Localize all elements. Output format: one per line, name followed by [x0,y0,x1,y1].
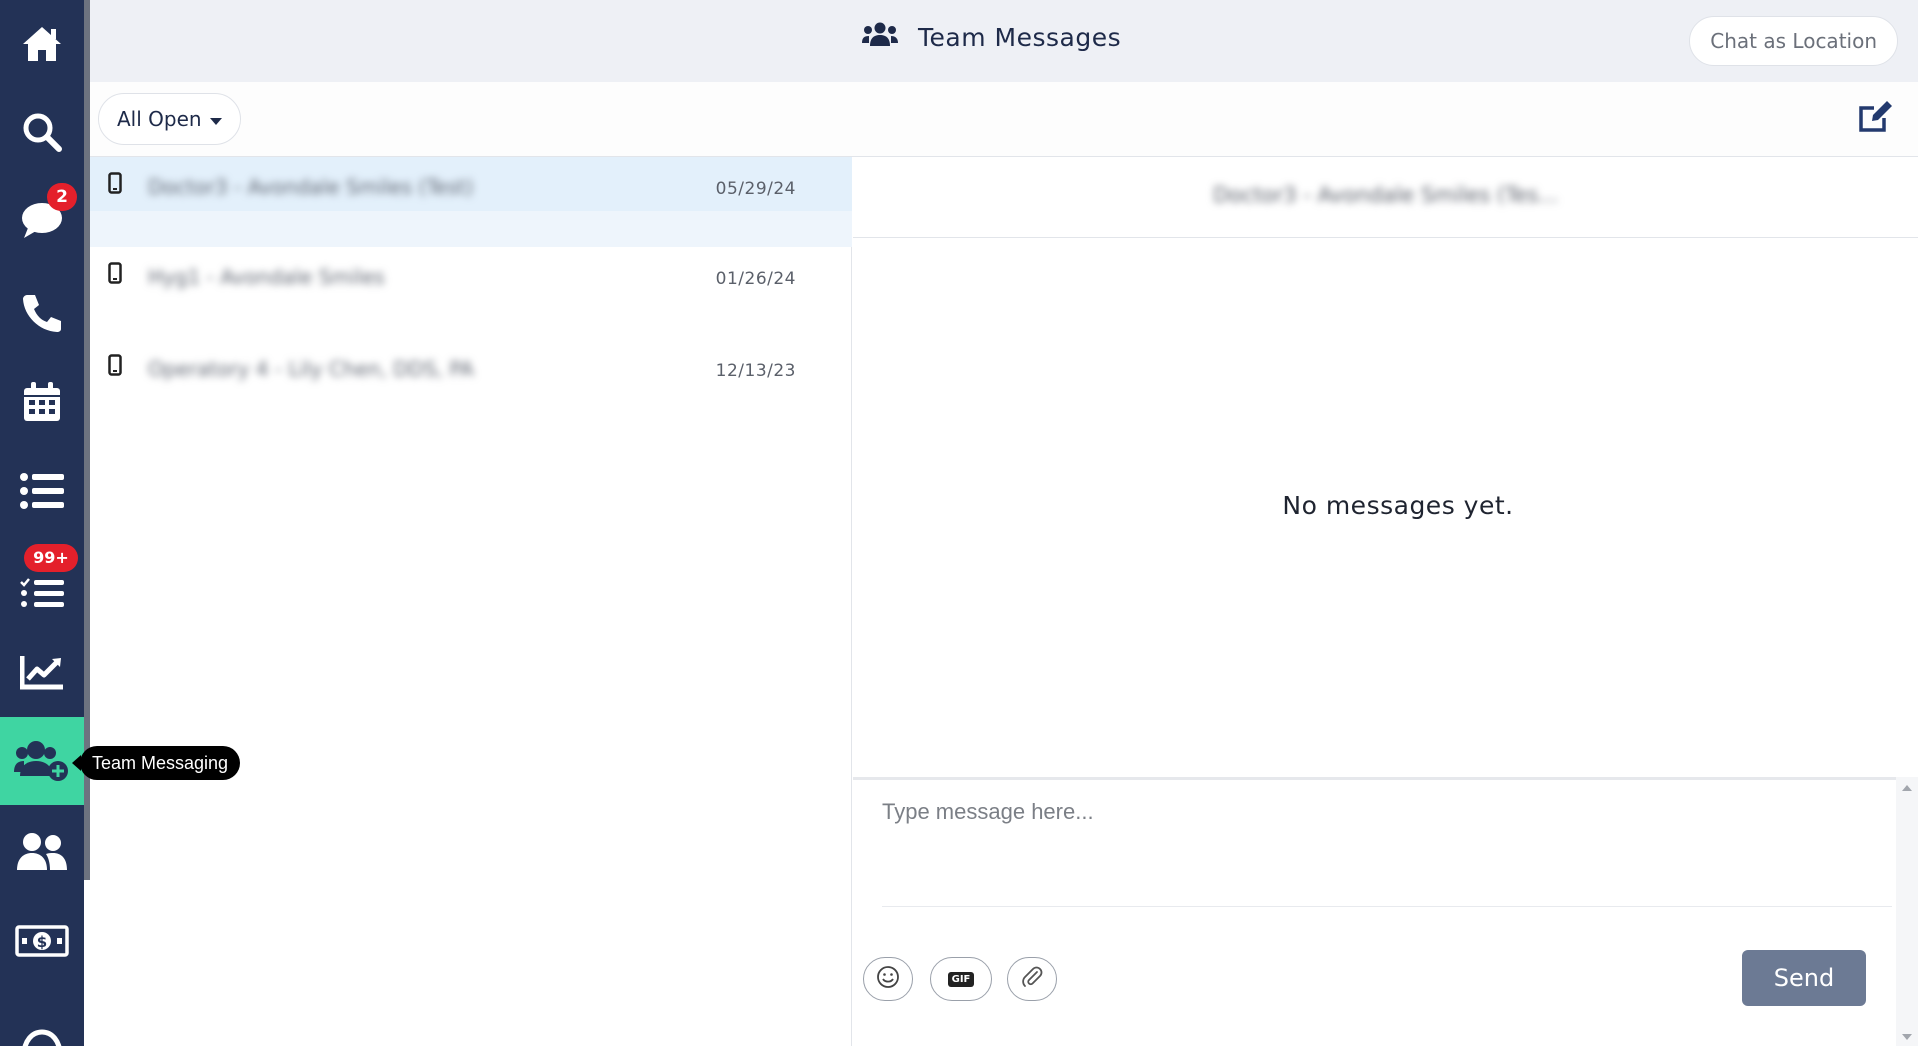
users-plus-icon [14,740,70,782]
scroll-down-icon[interactable] [1902,1034,1912,1040]
empty-state-message: No messages yet. [1282,491,1514,520]
sidebar-item-support[interactable] [0,990,84,1046]
users-icon [862,22,898,52]
caret-down-icon [209,94,222,144]
composer-divider [853,777,1896,780]
conversation-item[interactable]: Doctor3 - Avondale Smiles (Test) 05/29/2… [90,157,852,247]
attach-button[interactable] [1007,957,1057,1001]
home-icon [21,24,63,64]
sidebar-item-payments[interactable]: $ [0,897,84,985]
filter-bar: All Open [90,82,1918,157]
header-title-group: Team Messages [862,22,1121,52]
sidebar-item-contacts[interactable] [0,808,84,896]
emoji-button[interactable] [863,957,913,1001]
page-title: Team Messages [918,22,1122,52]
scroll-up-icon[interactable] [1902,785,1912,791]
gif-button[interactable]: GIF [930,957,992,1001]
users-icon [16,832,68,872]
chat-as-location-button[interactable]: Chat as Location [1689,16,1898,66]
headset-icon [19,1029,65,1046]
conversation-date: 12/13/23 [715,361,796,381]
chat-header: Doctor3 - Avondale Smiles (Tes... [853,157,1918,238]
sidebar-item-search[interactable] [0,88,84,176]
mobile-phone-icon [108,172,122,198]
sidebar-item-calls[interactable] [0,268,84,356]
search-icon [21,111,63,153]
mobile-phone-icon [108,262,122,288]
sidebar-item-list[interactable] [0,447,84,535]
conversation-date: 01/26/24 [715,269,796,289]
compose-message-button[interactable] [1858,100,1898,140]
phone-icon [21,291,63,333]
conversation-item[interactable]: Hyg1 - Avondale Smiles 01/26/24 [90,247,852,337]
edit-icon [1858,101,1894,138]
conversation-name: Doctor3 - Avondale Smiles (Test) [148,175,474,199]
chat-title: Doctor3 - Avondale Smiles (Tes... [1213,183,1559,207]
conversation-list: Doctor3 - Avondale Smiles (Test) 05/29/2… [90,157,852,1046]
sidebar-nav: 2 99+ $ [0,0,84,1046]
app-header: Team Messages Chat as Location [90,0,1918,82]
checklist-icon [20,578,64,608]
message-input[interactable] [882,783,1892,907]
mobile-phone-icon [108,354,122,380]
messages-count-badge: 2 [47,183,77,211]
list-icon [20,473,64,509]
sidebar-item-home[interactable] [0,0,84,88]
calendar-icon [22,381,62,423]
sidebar-item-reports[interactable] [0,628,84,716]
send-button[interactable]: Send [1742,950,1866,1006]
smiley-icon [876,965,900,993]
sidebar-tooltip: Team Messaging [71,746,241,780]
conversation-date: 05/29/24 [715,179,796,199]
gif-icon: GIF [947,971,975,987]
tasks-count-badge: 99+ [24,544,78,572]
sidebar-item-calendar[interactable] [0,358,84,446]
conversation-filter-dropdown[interactable]: All Open [98,93,241,145]
composer-scrollbar[interactable] [1896,777,1918,1046]
conversation-name: Hyg1 - Avondale Smiles [148,265,385,289]
svg-text:$: $ [37,933,47,951]
filter-label: All Open [117,107,202,131]
conversation-item[interactable]: Operatory 4 - Lily Chen, DDS, PA 12/13/2… [90,339,852,429]
chart-line-icon [20,654,64,690]
money-icon: $ [15,925,69,957]
conversation-name: Operatory 4 - Lily Chen, DDS, PA [148,357,474,381]
chat-pane: Doctor3 - Avondale Smiles (Tes... No mes… [853,157,1918,1046]
paperclip-icon [1020,965,1044,993]
